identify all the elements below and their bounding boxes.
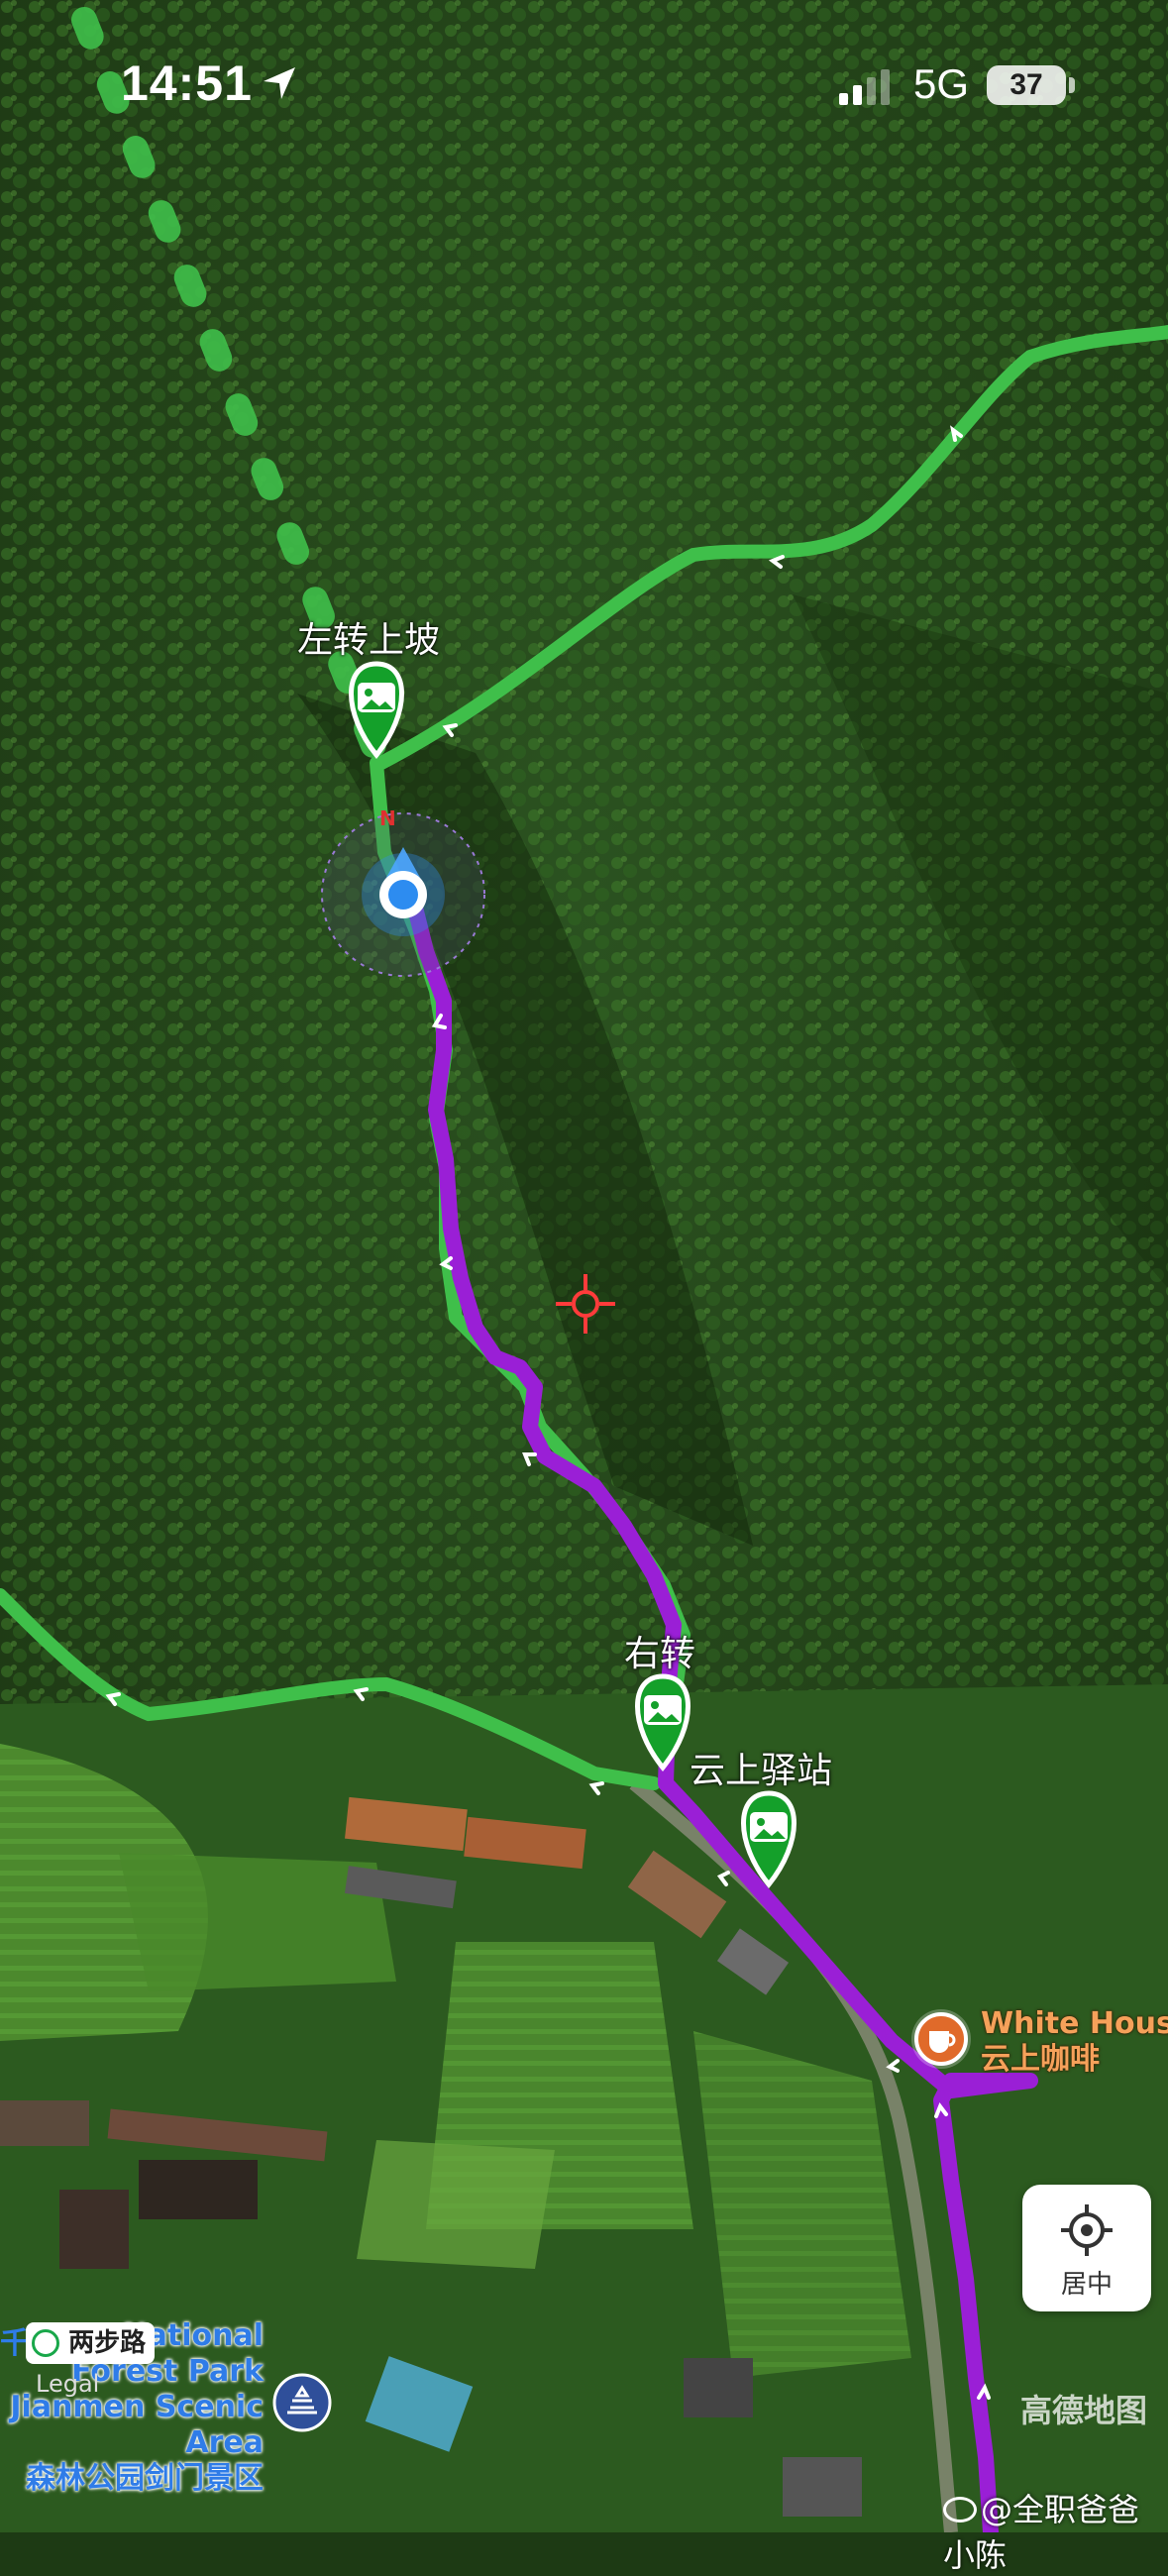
- status-time: 14:51: [121, 55, 253, 111]
- waypoint-label-left-turn[interactable]: 左转上坡: [297, 611, 440, 663]
- waypoint-label-cloud-station[interactable]: 云上驿站: [690, 1742, 832, 1793]
- satellite-map[interactable]: [0, 0, 1168, 2532]
- poi-name-cn: 云上咖啡: [981, 2042, 1100, 2077]
- center-button-label: 居中: [1060, 2270, 1113, 2300]
- location-arrow-icon: [264, 67, 295, 99]
- crosshair-icon: [1061, 2204, 1113, 2256]
- poi-label[interactable]: White Hous 云上咖啡: [981, 2006, 1168, 2078]
- park-label-line4: Area: [185, 2425, 264, 2460]
- status-bar: 14:51 5G 37: [0, 0, 1168, 168]
- compass-north-label: N: [379, 806, 396, 830]
- center-location-button[interactable]: 居中: [1022, 2185, 1151, 2311]
- signal-strength-icon: [839, 69, 890, 105]
- amap-logo: 高德地图: [1020, 2392, 1148, 2429]
- park-label-line5: 森林公园剑门景区: [26, 2461, 264, 2496]
- weibo-icon: [943, 2497, 977, 2522]
- poi-name-en: White Hous: [981, 2006, 1168, 2041]
- battery-level: 37: [987, 65, 1066, 105]
- weibo-watermark: @全职爸爸小陈: [943, 2485, 1168, 2576]
- route-badge-text: 两步路: [68, 2328, 147, 2358]
- legal-link[interactable]: Legal: [36, 2370, 99, 2398]
- network-type: 5G: [913, 60, 970, 107]
- route-app-badge[interactable]: 两步路: [26, 2322, 155, 2364]
- route-pin-icon: [32, 2329, 59, 2357]
- waypoint-label-right-turn[interactable]: 右转: [624, 1625, 695, 1676]
- battery-tip: [1069, 77, 1075, 93]
